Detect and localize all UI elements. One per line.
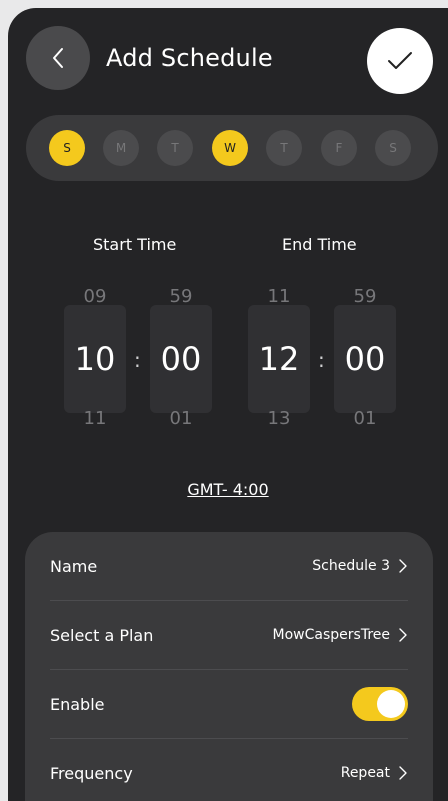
name-value: Schedule 3 xyxy=(312,558,390,574)
chevron-left-icon xyxy=(53,48,63,68)
frequency-label: Frequency xyxy=(50,763,133,783)
day-monday[interactable]: M xyxy=(103,130,139,166)
enable-row: Enable xyxy=(50,670,408,739)
end-time-label: End Time xyxy=(282,235,357,254)
frequency-row[interactable]: Frequency Repeat xyxy=(50,739,408,801)
day-friday[interactable]: F xyxy=(321,130,357,166)
start-time-label: Start Time xyxy=(93,235,177,254)
settings-card: Name Schedule 3 Select a Plan MowCaspers… xyxy=(25,532,433,801)
plan-row[interactable]: Select a Plan MowCaspersTree xyxy=(50,601,408,670)
chevron-right-icon xyxy=(399,766,407,780)
frequency-value-group: Repeat xyxy=(341,765,408,781)
start-hour-next: 11 xyxy=(83,408,107,429)
day-tuesday[interactable]: T xyxy=(157,130,193,166)
start-minute-next: 01 xyxy=(169,408,193,429)
end-separator: : xyxy=(318,348,325,372)
name-row[interactable]: Name Schedule 3 xyxy=(50,532,408,601)
start-hour-picker[interactable]: 10 xyxy=(64,305,126,413)
name-value-group: Schedule 3 xyxy=(312,558,408,574)
enable-label: Enable xyxy=(50,694,105,714)
page-title: Add Schedule xyxy=(106,44,273,72)
plan-label: Select a Plan xyxy=(50,625,154,645)
confirm-button[interactable] xyxy=(367,28,433,94)
day-wednesday[interactable]: W xyxy=(212,130,248,166)
schedule-screen: Add Schedule S M T W T F S Start Time En… xyxy=(8,8,448,801)
end-minute-next: 01 xyxy=(353,408,377,429)
enable-toggle[interactable] xyxy=(352,687,408,721)
chevron-right-icon xyxy=(399,559,407,573)
chevron-right-icon xyxy=(399,628,407,642)
timezone-link[interactable]: GMT- 4:00 xyxy=(8,480,448,499)
plan-value: MowCaspersTree xyxy=(272,627,390,643)
start-separator: : xyxy=(134,348,141,372)
end-minute-picker[interactable]: 00 xyxy=(334,305,396,413)
start-minute-picker[interactable]: 00 xyxy=(150,305,212,413)
end-hour-next: 13 xyxy=(267,408,291,429)
day-thursday[interactable]: T xyxy=(266,130,302,166)
end-hour-picker[interactable]: 12 xyxy=(248,305,310,413)
name-label: Name xyxy=(50,556,98,576)
check-icon xyxy=(388,52,412,69)
day-sunday[interactable]: S xyxy=(49,130,85,166)
frequency-value: Repeat xyxy=(340,765,390,781)
back-button[interactable] xyxy=(26,26,90,90)
plan-value-group: MowCaspersTree xyxy=(273,627,408,643)
day-selector: S M T W T F S xyxy=(26,115,438,181)
day-saturday[interactable]: S xyxy=(375,130,411,166)
toggle-knob xyxy=(377,690,405,718)
